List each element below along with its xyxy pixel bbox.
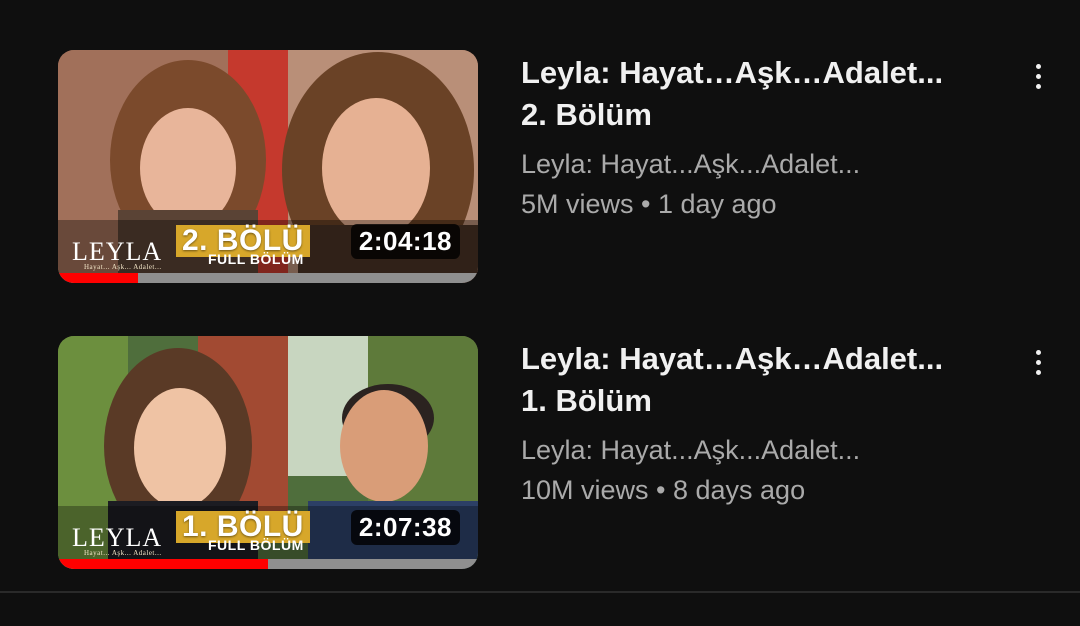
thumbnail-logo: LEYLA (72, 237, 163, 266)
more-vert-icon[interactable] (1026, 56, 1050, 96)
video-item[interactable]: LEYLA Hayat... Aşk... Adalet... 2. BÖLÜ … (0, 48, 1080, 288)
video-stats: 5M views • 1 day ago (521, 189, 777, 219)
divider (0, 591, 1080, 593)
video-meta[interactable]: Leyla: Hayat…Aşk…Adalet... 1. Bölüm Leyl… (521, 338, 1001, 510)
thumbnail-full-label: FULL BÖLÜM (208, 251, 304, 267)
channel-name[interactable]: Leyla: Hayat...Aşk...Adalet... (521, 144, 1001, 184)
thumbnail-logo: LEYLA (72, 523, 163, 552)
thumbnail-logo-subtitle: Hayat... Aşk... Adalet... (84, 549, 162, 557)
video-item[interactable]: LEYLA Hayat... Aşk... Adalet... 1. BÖLÜ … (0, 334, 1080, 574)
video-meta[interactable]: Leyla: Hayat…Aşk…Adalet... 2. Bölüm Leyl… (521, 52, 1001, 224)
duration-badge: 2:04:18 (350, 224, 460, 259)
video-stats: 10M views • 8 days ago (521, 475, 806, 505)
video-title-line1: Leyla: Hayat…Aşk…Adalet... (521, 55, 944, 90)
thumbnail-full-label: FULL BÖLÜM (208, 537, 304, 553)
watch-progress-bar (58, 273, 478, 283)
watch-progress-bar (58, 559, 478, 569)
thumbnail-logo-subtitle: Hayat... Aşk... Adalet... (84, 263, 162, 271)
watch-progress-fill (58, 273, 138, 283)
more-vert-icon[interactable] (1026, 342, 1050, 382)
video-list: LEYLA Hayat... Aşk... Adalet... 2. BÖLÜ … (0, 0, 1080, 626)
video-thumbnail[interactable]: LEYLA Hayat... Aşk... Adalet... 2. BÖLÜ … (58, 50, 478, 283)
video-thumbnail[interactable]: LEYLA Hayat... Aşk... Adalet... 1. BÖLÜ … (58, 336, 478, 569)
channel-name[interactable]: Leyla: Hayat...Aşk...Adalet... (521, 430, 1001, 470)
video-title-line1: Leyla: Hayat…Aşk…Adalet... (521, 341, 944, 376)
video-title-line2: 2. Bölüm (521, 97, 652, 132)
duration-badge: 2:07:38 (350, 510, 460, 545)
video-title[interactable]: Leyla: Hayat…Aşk…Adalet... 2. Bölüm (521, 52, 1001, 136)
video-title-line2: 1. Bölüm (521, 383, 652, 418)
video-title[interactable]: Leyla: Hayat…Aşk…Adalet... 1. Bölüm (521, 338, 1001, 422)
watch-progress-fill (58, 559, 268, 569)
